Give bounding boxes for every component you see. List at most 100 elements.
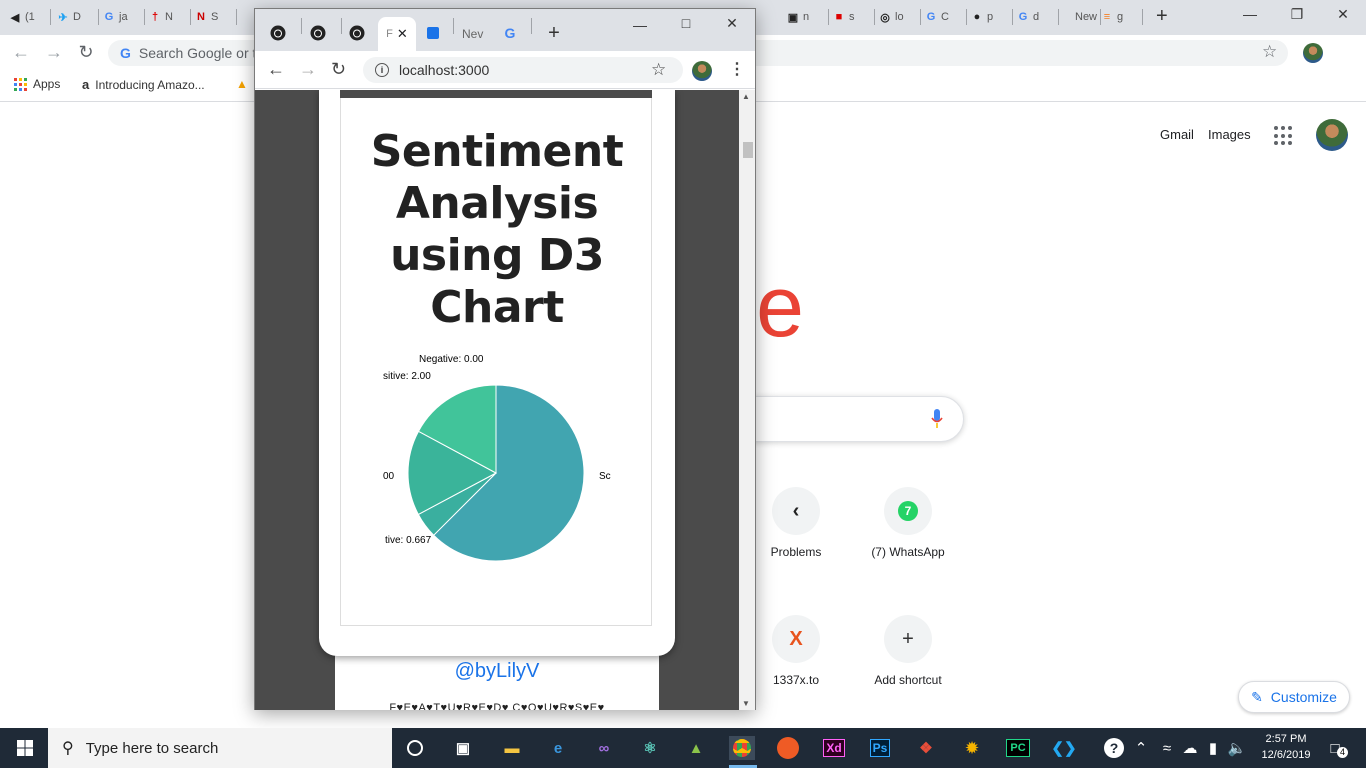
featured-course-text: F♥E♥A♥T♥U♥R♥E♥D♥ C♥O♥U♥R♥S♥E♥ — [389, 702, 605, 710]
images-link[interactable]: Images — [1208, 127, 1251, 142]
amazon-icon: a — [82, 77, 90, 92]
nt-icon: ■ — [835, 11, 843, 23]
visual-studio-icon[interactable]: ∞ — [591, 736, 617, 760]
vertical-scrollbar[interactable]: ▲ ▼ — [739, 90, 755, 710]
shortcut-problems[interactable]: ‹ Problems — [740, 487, 852, 559]
minimize-icon[interactable]: — — [626, 17, 654, 33]
background-tab[interactable]: ✈ D — [56, 6, 81, 28]
background-tab[interactable]: New — [1058, 6, 1097, 28]
help-icon[interactable]: ? — [1101, 736, 1127, 760]
close-icon[interactable]: ✕ — [718, 15, 746, 32]
google-apps-icon[interactable] — [1274, 126, 1294, 146]
url-text: localhost:3000 — [399, 62, 490, 78]
background-tab[interactable]: ▣ n — [786, 6, 809, 28]
menu-kebab-icon[interactable]: ⋮ — [729, 59, 745, 79]
postman-icon[interactable] — [775, 736, 801, 760]
info-icon[interactable]: i — [375, 63, 389, 77]
chevron-up-icon[interactable]: ⌃ — [1128, 736, 1154, 760]
profile-avatar[interactable] — [692, 61, 712, 81]
tab-separator — [190, 9, 191, 25]
git-kraken-icon[interactable]: ❖ — [913, 736, 939, 760]
background-tab-label: p — [987, 11, 994, 23]
active-tab[interactable]: F ✕ — [378, 17, 416, 51]
bookmark-star-icon[interactable]: ☆ — [1262, 42, 1277, 62]
close-icon[interactable]: ✕ — [1329, 6, 1357, 23]
atom-icon[interactable]: ⚛ — [637, 736, 663, 760]
github-icon[interactable] — [305, 21, 331, 45]
scroll-up-icon[interactable]: ▲ — [742, 92, 750, 101]
photoshop-icon[interactable]: Ps — [867, 736, 893, 760]
reload-icon[interactable]: ↻ — [75, 42, 97, 63]
adobe-xd-icon[interactable]: Xd — [821, 736, 847, 760]
search-icon: ⚲ — [62, 740, 74, 757]
new-tab-plus-icon[interactable]: + — [1156, 5, 1168, 28]
pycharm-icon[interactable]: PC — [1005, 736, 1031, 760]
shortcut-whatsapp[interactable]: 7 (7) WhatsApp — [852, 487, 964, 559]
background-tab[interactable]: GC — [924, 6, 949, 28]
scroll-down-icon[interactable]: ▼ — [742, 699, 750, 708]
background-tab[interactable]: Gd — [1016, 6, 1039, 28]
background-tab[interactable]: NS — [194, 6, 218, 28]
tab-separator — [453, 18, 454, 34]
github-icon: ● — [973, 11, 981, 23]
back-arrow-icon[interactable]: ← — [10, 42, 32, 63]
background-tab[interactable]: † N — [148, 6, 173, 28]
volume-icon[interactable]: 🔈 — [1224, 736, 1250, 760]
taskbar-search-box[interactable]: ⚲ Type here to search — [48, 728, 392, 768]
edge-icon[interactable]: e — [545, 736, 571, 760]
google-account-avatar[interactable] — [1316, 119, 1348, 151]
background-tab[interactable]: Gja — [102, 6, 128, 28]
new-tab-plus-icon[interactable]: + — [541, 21, 567, 45]
bookmark-apps[interactable]: Apps — [14, 77, 60, 91]
battery-icon[interactable]: ▮ — [1200, 736, 1226, 760]
bookmark-star-icon[interactable]: ☆ — [651, 60, 666, 80]
tab-separator — [1012, 9, 1013, 25]
android-studio-icon[interactable]: ▲ — [683, 736, 709, 760]
back-arrow-icon[interactable]: ← — [267, 59, 285, 80]
task-view-icon[interactable]: ▣ — [450, 736, 476, 760]
notification-icon[interactable]: □ 4 — [1322, 736, 1348, 760]
popup-browser-window: F ✕ Nev G + — □ ✕ ← → ↻ i localhost:3000… — [254, 8, 756, 710]
bookmark-fire[interactable]: ▲ — [236, 77, 248, 91]
shield-icon[interactable] — [420, 21, 446, 45]
chrome-icon[interactable] — [729, 736, 755, 760]
shortcut-1337x[interactable]: X 1337x.to — [740, 615, 852, 687]
twitter-handle-link[interactable]: @byLilyV — [335, 660, 659, 683]
background-tab[interactable]: ◀ (1 — [8, 6, 35, 28]
new-tab-label[interactable]: Nev — [462, 27, 483, 41]
vscode-icon[interactable]: ❮❯ — [1051, 736, 1077, 760]
taskbar-clock[interactable]: 2:57 PM 12/6/2019 — [1260, 731, 1312, 763]
shortcut-add[interactable]: + Add shortcut — [852, 615, 964, 687]
github-icon[interactable] — [344, 21, 370, 45]
background-tab-label: n — [803, 11, 810, 23]
restore-icon[interactable]: ❐ — [1283, 6, 1311, 23]
reload-icon[interactable]: ↻ — [331, 59, 346, 80]
background-tab[interactable]: ≡ g — [1100, 6, 1123, 28]
background-tab-label: C — [941, 11, 949, 23]
cortana-icon[interactable] — [402, 736, 428, 760]
google-icon[interactable]: G — [497, 21, 523, 45]
maximize-icon[interactable]: □ — [672, 15, 700, 31]
tab-close-icon[interactable]: ✕ — [397, 26, 408, 42]
background-tab-label: lo — [895, 11, 904, 23]
gmail-link[interactable]: Gmail — [1160, 127, 1194, 142]
background-tab[interactable]: ■ s — [832, 6, 855, 28]
background-tab[interactable]: ◎ lo — [878, 6, 904, 28]
bookmark-amazon[interactable]: a Introducing Amazo... — [82, 77, 205, 92]
microphone-icon[interactable] — [931, 409, 943, 429]
popup-omnibox[interactable]: i localhost:3000 — [363, 57, 683, 83]
background-tab[interactable]: ● p — [970, 6, 993, 28]
windows-start-icon[interactable] — [12, 736, 38, 760]
settings-gear-icon[interactable]: ✹ — [959, 736, 985, 760]
minimize-icon[interactable]: — — [1236, 6, 1264, 22]
scrollbar-thumb[interactable] — [743, 142, 753, 158]
forward-arrow-icon[interactable]: → — [299, 59, 317, 80]
pie-label: tive: 0.667 — [385, 535, 432, 546]
forward-arrow-icon[interactable]: → — [43, 42, 65, 63]
file-explorer-icon[interactable]: ▬ — [499, 736, 525, 760]
tab-separator — [144, 9, 145, 25]
github-icon[interactable] — [265, 21, 291, 45]
apps-grid-icon — [14, 77, 27, 91]
profile-avatar[interactable] — [1303, 43, 1323, 63]
customize-button[interactable]: ✎ Customize — [1238, 681, 1350, 713]
